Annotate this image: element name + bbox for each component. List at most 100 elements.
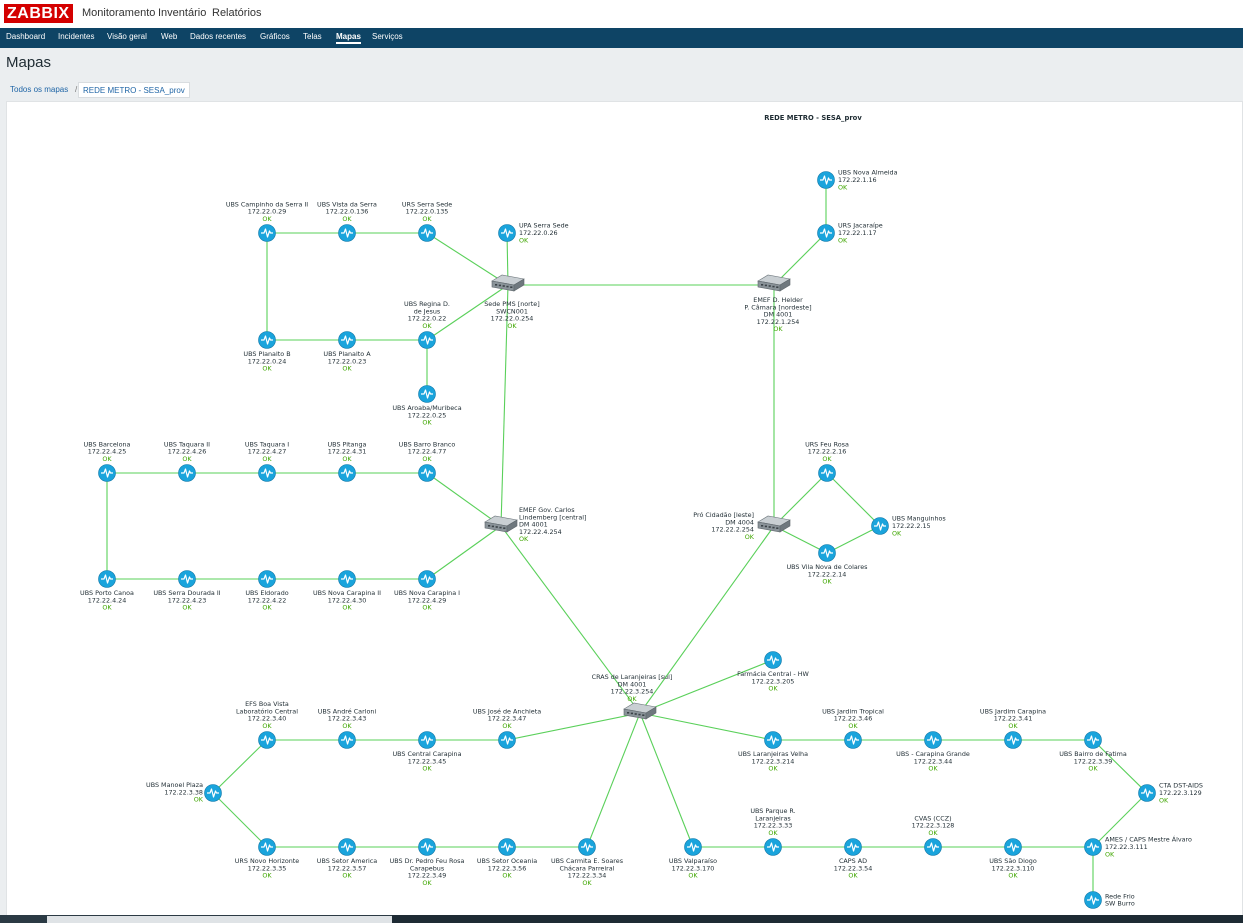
map-node-ubs_barcelona[interactable]: UBS Barcelona172.22.4.25OK <box>84 440 131 482</box>
node-status: OK <box>745 533 755 541</box>
map-node-ubs_nova_carapina1[interactable]: UBS Nova Carapina I172.22.4.29OK <box>394 570 460 612</box>
map-node-ubs_laranjeiras_velha[interactable]: UBS Laranjeiras Velha172.22.3.214OK <box>738 731 808 773</box>
map-node-ubs_manguinhos[interactable]: UBS Manguinhos172.22.2.15OK <box>871 515 947 538</box>
map-node-ubs_pitanga[interactable]: UBS Pitanga172.22.4.31OK <box>328 440 367 482</box>
host-pulse-icon <box>498 224 516 242</box>
map-node-ubs_jardim_tropical[interactable]: UBS Jardim Tropical172.22.3.46OK <box>822 707 884 749</box>
map-node-ubs_barro_branco[interactable]: UBS Barro Branco172.22.4.77OK <box>399 440 456 482</box>
map-node-urs_jacaraipe[interactable]: URS Jacaraípe172.22.1.17OK <box>817 222 883 245</box>
map-node-ubs_nova_carapina2[interactable]: UBS Nova Carapina II172.22.4.30OK <box>313 570 381 612</box>
map-node-ubs_planalto_a[interactable]: UBS Planalto A172.22.0.23OK <box>323 331 371 373</box>
node-status: OK <box>342 872 352 880</box>
tab-graficos[interactable]: Gráficos <box>260 32 290 41</box>
map-node-ames[interactable]: AMES / CAPS Mestre Álvaro172.22.3.111OK <box>1084 835 1193 859</box>
tab-telas[interactable]: Telas <box>303 32 322 41</box>
map-node-ubs_taquara2[interactable]: UBS Taquara II172.22.4.26OK <box>164 440 210 482</box>
menu-relatorios[interactable]: Relatórios <box>212 7 262 19</box>
map-node-ubs_regina[interactable]: UBS Regina D.de Jesus172.22.0.22OK <box>404 300 450 349</box>
map-node-ubs_eldorado[interactable]: UBS Eldorado172.22.4.22OK <box>245 570 289 612</box>
map-link-pro_cidadao-urs_feu_rosa <box>773 472 828 527</box>
node-label-line: SW Burro <box>1105 900 1135 908</box>
map-node-upa_serra_sede[interactable]: UPA Serra Sede172.22.0.26OK <box>498 222 569 245</box>
map-node-ubs_manoel[interactable]: UBS Manoel Plaza172.22.3.38OK <box>146 781 222 804</box>
node-status: OK <box>262 365 272 373</box>
map-link-efs_boa_vista-ubs_manoel <box>212 739 268 794</box>
map-node-ubs_porto_canoa[interactable]: UBS Porto Canoa172.22.4.24OK <box>80 570 134 612</box>
map-node-cvas[interactable]: CVAS (CCZ)172.22.3.128OK <box>912 814 955 856</box>
map-node-urs_novo_horizonte[interactable]: URS Novo Horizonte172.22.3.35OK <box>235 838 300 880</box>
node-status: OK <box>422 215 432 223</box>
node-status: OK <box>262 604 272 612</box>
map-node-ubs_planalto_b[interactable]: UBS Planalto B172.22.0.24OK <box>243 331 291 373</box>
map-node-efs_boa_vista[interactable]: EFS Boa VistaLaboratório Central172.22.3… <box>236 700 298 749</box>
node-status: OK <box>502 722 512 730</box>
breadcrumb-all-maps[interactable]: Todos os mapas <box>10 85 68 94</box>
tab-mapas[interactable]: Mapas <box>336 32 361 44</box>
tab-incidentes[interactable]: Incidentes <box>58 32 94 41</box>
map-node-ubs_jardim_carapina[interactable]: UBS Jardim Carapina172.22.3.41OK <box>980 707 1046 749</box>
map-node-ubs_aroaba[interactable]: UBS Aroaba/Muribeca172.22.0.25OK <box>392 385 462 427</box>
tab-visao-geral[interactable]: Visão geral <box>107 32 147 41</box>
host-pulse-icon <box>764 731 782 749</box>
host-pulse-icon <box>338 464 356 482</box>
map-link-ubs_vila_nova-ubs_manguinhos <box>826 525 881 554</box>
map-node-pro_cidadao[interactable]: Pró Cidadão [leste]DM 4004172.22.2.254OK <box>693 511 791 541</box>
map-node-caps_ad[interactable]: CAPS AD172.22.3.54OK <box>834 838 873 880</box>
node-status: OK <box>102 455 112 463</box>
map-node-ubs_carmita[interactable]: UBS Carmita E. SoaresChácara Parreiral17… <box>551 838 624 887</box>
host-pulse-icon <box>764 838 782 856</box>
map-node-ubs_setor_oceania[interactable]: UBS Setor Oceania172.22.3.56OK <box>477 838 537 880</box>
map-links <box>106 180 1148 900</box>
node-status: OK <box>768 829 778 837</box>
map-node-urs_feu_rosa[interactable]: URS Feu Rosa172.22.2.16OK <box>805 440 849 482</box>
network-map-panel: REDE METRO - SESA_prov Sede PMS [norte] S… <box>6 101 1243 916</box>
map-node-emef_helder[interactable]: EMEF D. HelderP. Câmara [nordeste]DM 400… <box>744 274 812 333</box>
map-node-ubs_bairro_fatima[interactable]: UBS Bairro de Fatima172.22.3.39OK <box>1059 731 1127 773</box>
tab-web[interactable]: Web <box>161 32 177 41</box>
node-status: OK <box>519 236 529 244</box>
map-node-urs_serra_sede[interactable]: URS Serra Sede172.22.0.135OK <box>402 200 452 242</box>
map-node-emef_carlos[interactable]: EMEF Gov. CarlosLindemberg [central]DM 4… <box>484 506 587 543</box>
map-node-ubs_taquara1[interactable]: UBS Taquara I172.22.4.27OK <box>245 440 289 482</box>
node-status: OK <box>688 872 698 880</box>
host-pulse-icon <box>818 544 836 562</box>
tab-dados-recentes[interactable]: Dados recentes <box>190 32 246 41</box>
map-node-ubs_parque[interactable]: UBS Parque R.Laranjeiras172.22.3.33OK <box>750 807 796 856</box>
map-node-ubs_serra_dourada[interactable]: UBS Serra Dourada II172.22.4.23OK <box>153 570 221 612</box>
menu-inventario[interactable]: Inventário <box>158 7 206 19</box>
map-node-ubs_campinho[interactable]: UBS Campinho da Serra II172.22.0.29OK <box>226 200 308 242</box>
node-status: OK <box>182 604 192 612</box>
tab-servicos[interactable]: Serviços <box>372 32 403 41</box>
map-node-rede_frio[interactable]: Rede FrioSW Burro <box>1084 891 1135 909</box>
map-node-sede[interactable]: Sede PMS [norte]SWCN001172.22.0.254OK <box>484 274 540 330</box>
tab-dashboard[interactable]: Dashboard <box>6 32 45 41</box>
map-node-ubs_valparaiso[interactable]: UBS Valparaíso172.22.3.170OK <box>669 838 717 880</box>
map-node-ubs_central_carapina[interactable]: UBS Central Carapina172.22.3.45OK <box>392 731 462 773</box>
map-node-ubs_setor_america[interactable]: UBS Setor America172.22.3.57OK <box>317 838 378 880</box>
footer-scroll-area[interactable] <box>47 916 392 923</box>
map-node-ubs_pedro[interactable]: UBS Dr. Pedro Feu RosaCarapebus172.22.3.… <box>390 838 465 887</box>
map-node-cta_dst[interactable]: CTA DST-AIDS172.22.3.129OK <box>1138 782 1203 805</box>
zabbix-logo[interactable]: ZABBIX <box>4 4 73 23</box>
host-pulse-icon <box>817 224 835 242</box>
map-node-ubs_jose[interactable]: UBS José de Anchieta172.22.3.47OK <box>473 707 541 749</box>
node-status: OK <box>422 419 432 427</box>
host-pulse-icon <box>178 464 196 482</box>
map-node-ubs_sao_diogo[interactable]: UBS São Diogo172.22.3.110OK <box>989 838 1037 880</box>
map-node-ubs_carapina_grande[interactable]: UBS - Carapina Grande172.22.3.44OK <box>896 731 970 773</box>
menu-monitoramento[interactable]: Monitoramento <box>82 7 155 19</box>
map-link-ubs_nova_carapina1-emef_carlos <box>426 525 502 580</box>
breadcrumb-current-map[interactable]: REDE METRO - SESA_prov <box>78 82 190 98</box>
host-pulse-icon <box>1004 838 1022 856</box>
host-pulse-icon <box>338 331 356 349</box>
map-node-ubs_andre[interactable]: UBS André Carloni172.22.3.43OK <box>318 707 377 749</box>
map-node-ubs_vista[interactable]: UBS Vista da Serra172.22.0.136OK <box>317 200 377 242</box>
map-node-farmacia[interactable]: Farmácia Central - HW172.22.3.205OK <box>737 651 810 693</box>
map-node-ubs_nova_almeida[interactable]: UBS Nova Almeida172.22.1.16OK <box>817 169 898 192</box>
map-node-ubs_vila_nova[interactable]: UBS Vila Nova de Colares172.22.2.14OK <box>786 544 868 586</box>
map-link-ubs_bairro_fatima-cta_dst <box>1092 739 1148 794</box>
host-pulse-icon <box>578 838 596 856</box>
node-status: OK <box>848 872 858 880</box>
map-link-sede-urs_serra_sede <box>426 232 509 286</box>
map-node-cras[interactable]: CRAS de Laranjeiras [sul]DM 4001172.22.3… <box>592 673 673 720</box>
